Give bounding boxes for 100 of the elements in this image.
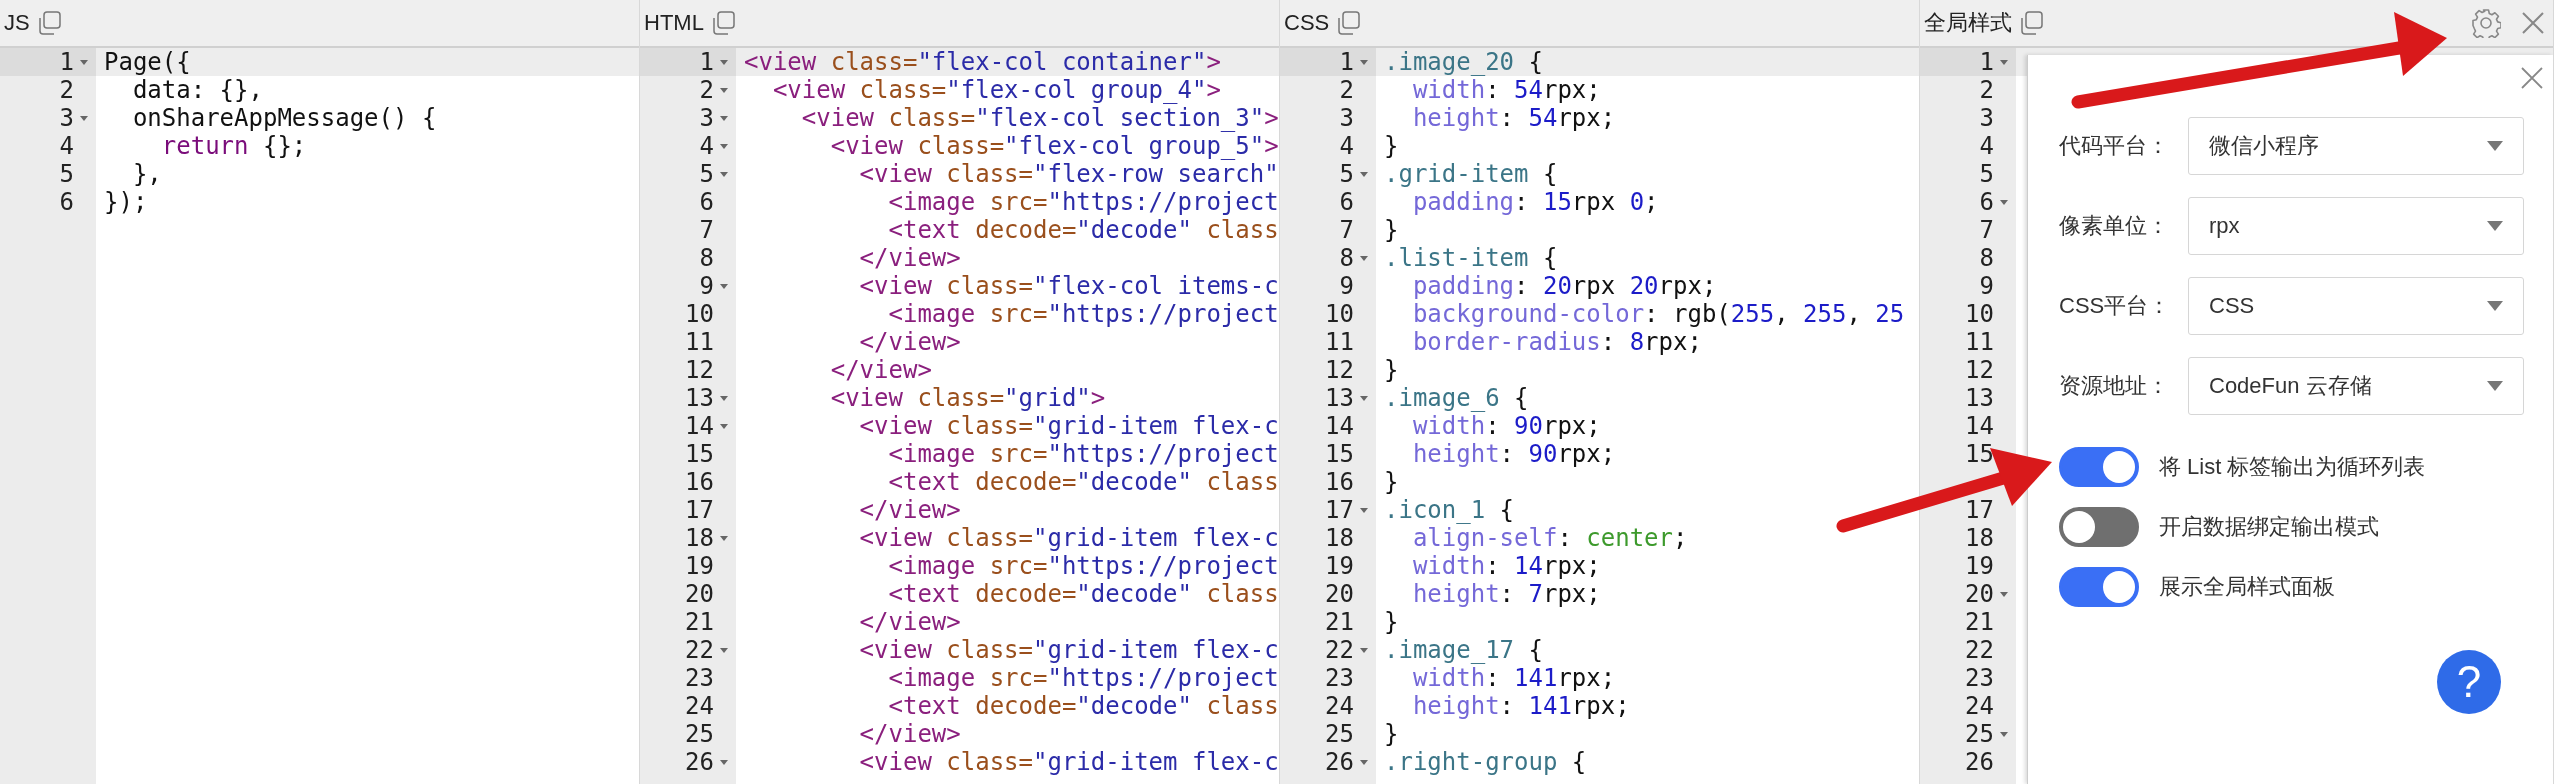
line-number: 11	[685, 328, 714, 356]
fold-icon[interactable]	[1358, 394, 1370, 402]
line-number: 1	[1979, 48, 1994, 76]
line-number: 10	[1325, 300, 1354, 328]
line-number: 13	[1325, 384, 1354, 412]
code-line: height: 54rpx;	[1411, 104, 1616, 132]
line-number: 23	[685, 664, 714, 692]
fold-icon[interactable]	[718, 58, 730, 66]
fold-icon[interactable]	[1358, 506, 1370, 514]
select-field[interactable]: CSS	[2188, 277, 2524, 335]
fold-icon[interactable]	[1998, 58, 2010, 66]
select-field[interactable]: 微信小程序	[2188, 117, 2524, 175]
line-number: 11	[1965, 328, 1994, 356]
fold-icon[interactable]	[718, 394, 730, 402]
help-button[interactable]: ?	[2437, 650, 2501, 714]
code-line: Page({	[104, 48, 191, 76]
line-number: 18	[1325, 524, 1354, 552]
copy-icon[interactable]	[1335, 10, 1362, 36]
line-number: 15	[1325, 440, 1354, 468]
line-number: 23	[1965, 664, 1994, 692]
code-line: }	[1384, 608, 1399, 636]
line-number: 21	[685, 608, 714, 636]
toggle-label: 开启数据绑定输出模式	[2159, 513, 2379, 541]
select-field[interactable]: rpx	[2188, 197, 2524, 255]
code-line: });	[104, 188, 148, 216]
line-number: 13	[1965, 384, 1994, 412]
select-field[interactable]: CodeFun 云存储	[2188, 357, 2524, 415]
fold-icon[interactable]	[78, 114, 90, 122]
code-line: </view>	[858, 496, 961, 524]
caret-icon	[2487, 301, 2503, 311]
fold-icon[interactable]	[1358, 58, 1370, 66]
fold-icon[interactable]	[718, 142, 730, 150]
toggle-switch[interactable]	[2059, 447, 2139, 487]
fold-icon[interactable]	[718, 758, 730, 766]
fold-icon[interactable]	[718, 86, 730, 94]
code-line: <view class="flex-col items-c	[858, 272, 1279, 300]
code-line: </view>	[858, 244, 961, 272]
pane-title: 全局样式	[1924, 9, 2012, 37]
fold-icon[interactable]	[1358, 758, 1370, 766]
close-icon[interactable]	[2521, 67, 2543, 89]
fold-icon[interactable]	[1998, 590, 2010, 598]
fold-icon[interactable]	[718, 170, 730, 178]
toggle-switch[interactable]	[2059, 507, 2139, 547]
line-number: 3	[699, 104, 714, 132]
code-line: <view class="grid">	[829, 384, 1106, 412]
code-line: }	[1384, 356, 1399, 384]
line-number: 5	[1979, 160, 1994, 188]
line-number: 14	[685, 412, 714, 440]
toggle-switch[interactable]	[2059, 567, 2139, 607]
code-line: height: 7 rpx;	[1411, 580, 1601, 608]
code-line: <view class="grid-item flex-c	[858, 636, 1279, 664]
code-line: padding: 15 rpx 0;	[1411, 188, 1659, 216]
line-number: 24	[685, 692, 714, 720]
fold-icon[interactable]	[1998, 198, 2010, 206]
fold-icon[interactable]	[1358, 254, 1370, 262]
fold-icon[interactable]	[78, 58, 90, 66]
line-number: 13	[685, 384, 714, 412]
line-number: 2	[699, 76, 714, 104]
code-line: height: 141 rpx;	[1411, 692, 1630, 720]
line-number: 2	[1339, 76, 1354, 104]
code-line: }	[1384, 132, 1399, 160]
fold-icon[interactable]	[1998, 730, 2010, 738]
line-number: 12	[1325, 356, 1354, 384]
code-line: <view class="flex-col group_5">	[829, 132, 1279, 160]
fold-icon[interactable]	[718, 646, 730, 654]
code-line: .image_17 {	[1384, 636, 1543, 664]
line-number: 24	[1965, 692, 1994, 720]
line-number: 8	[699, 244, 714, 272]
line-number: 26	[685, 748, 714, 776]
code-line: <image src="https://project	[887, 300, 1279, 328]
line-number: 10	[685, 300, 714, 328]
toggle-label: 将 List 标签输出为循环列表	[2159, 453, 2426, 481]
fold-icon[interactable]	[718, 114, 730, 122]
code-line: .image_20 {	[1384, 48, 1543, 76]
code-line: width: 141 rpx;	[1411, 664, 1616, 692]
code-line: </view>	[858, 328, 961, 356]
fold-icon[interactable]	[1358, 170, 1370, 178]
code-line: <image src="https://project	[887, 552, 1279, 580]
code-line: background-color: rgb(255, 255, 25	[1411, 300, 1905, 328]
field-label: 资源地址：	[2059, 372, 2170, 400]
code-line: width: 54 rpx;	[1411, 76, 1601, 104]
line-number: 20	[685, 580, 714, 608]
line-number: 4	[699, 132, 714, 160]
settings-icon[interactable]	[2471, 8, 2501, 38]
line-number: 4	[59, 132, 74, 160]
line-number: 3	[59, 104, 74, 132]
fold-icon[interactable]	[718, 422, 730, 430]
code-line: }	[1384, 468, 1399, 496]
fold-icon[interactable]	[718, 534, 730, 542]
line-number: 6	[1979, 188, 1994, 216]
line-number: 1	[1339, 48, 1354, 76]
fold-icon[interactable]	[718, 282, 730, 290]
line-number: 9	[1979, 272, 1994, 300]
copy-icon[interactable]	[2018, 10, 2044, 36]
line-number: 21	[1965, 608, 1994, 636]
fold-icon[interactable]	[1358, 646, 1370, 654]
field-label: CSS平台：	[2059, 292, 2172, 320]
close-icon[interactable]	[2521, 11, 2545, 35]
line-number: 4	[1979, 132, 1994, 160]
code-line: <view class="grid-item flex-c	[858, 524, 1279, 552]
